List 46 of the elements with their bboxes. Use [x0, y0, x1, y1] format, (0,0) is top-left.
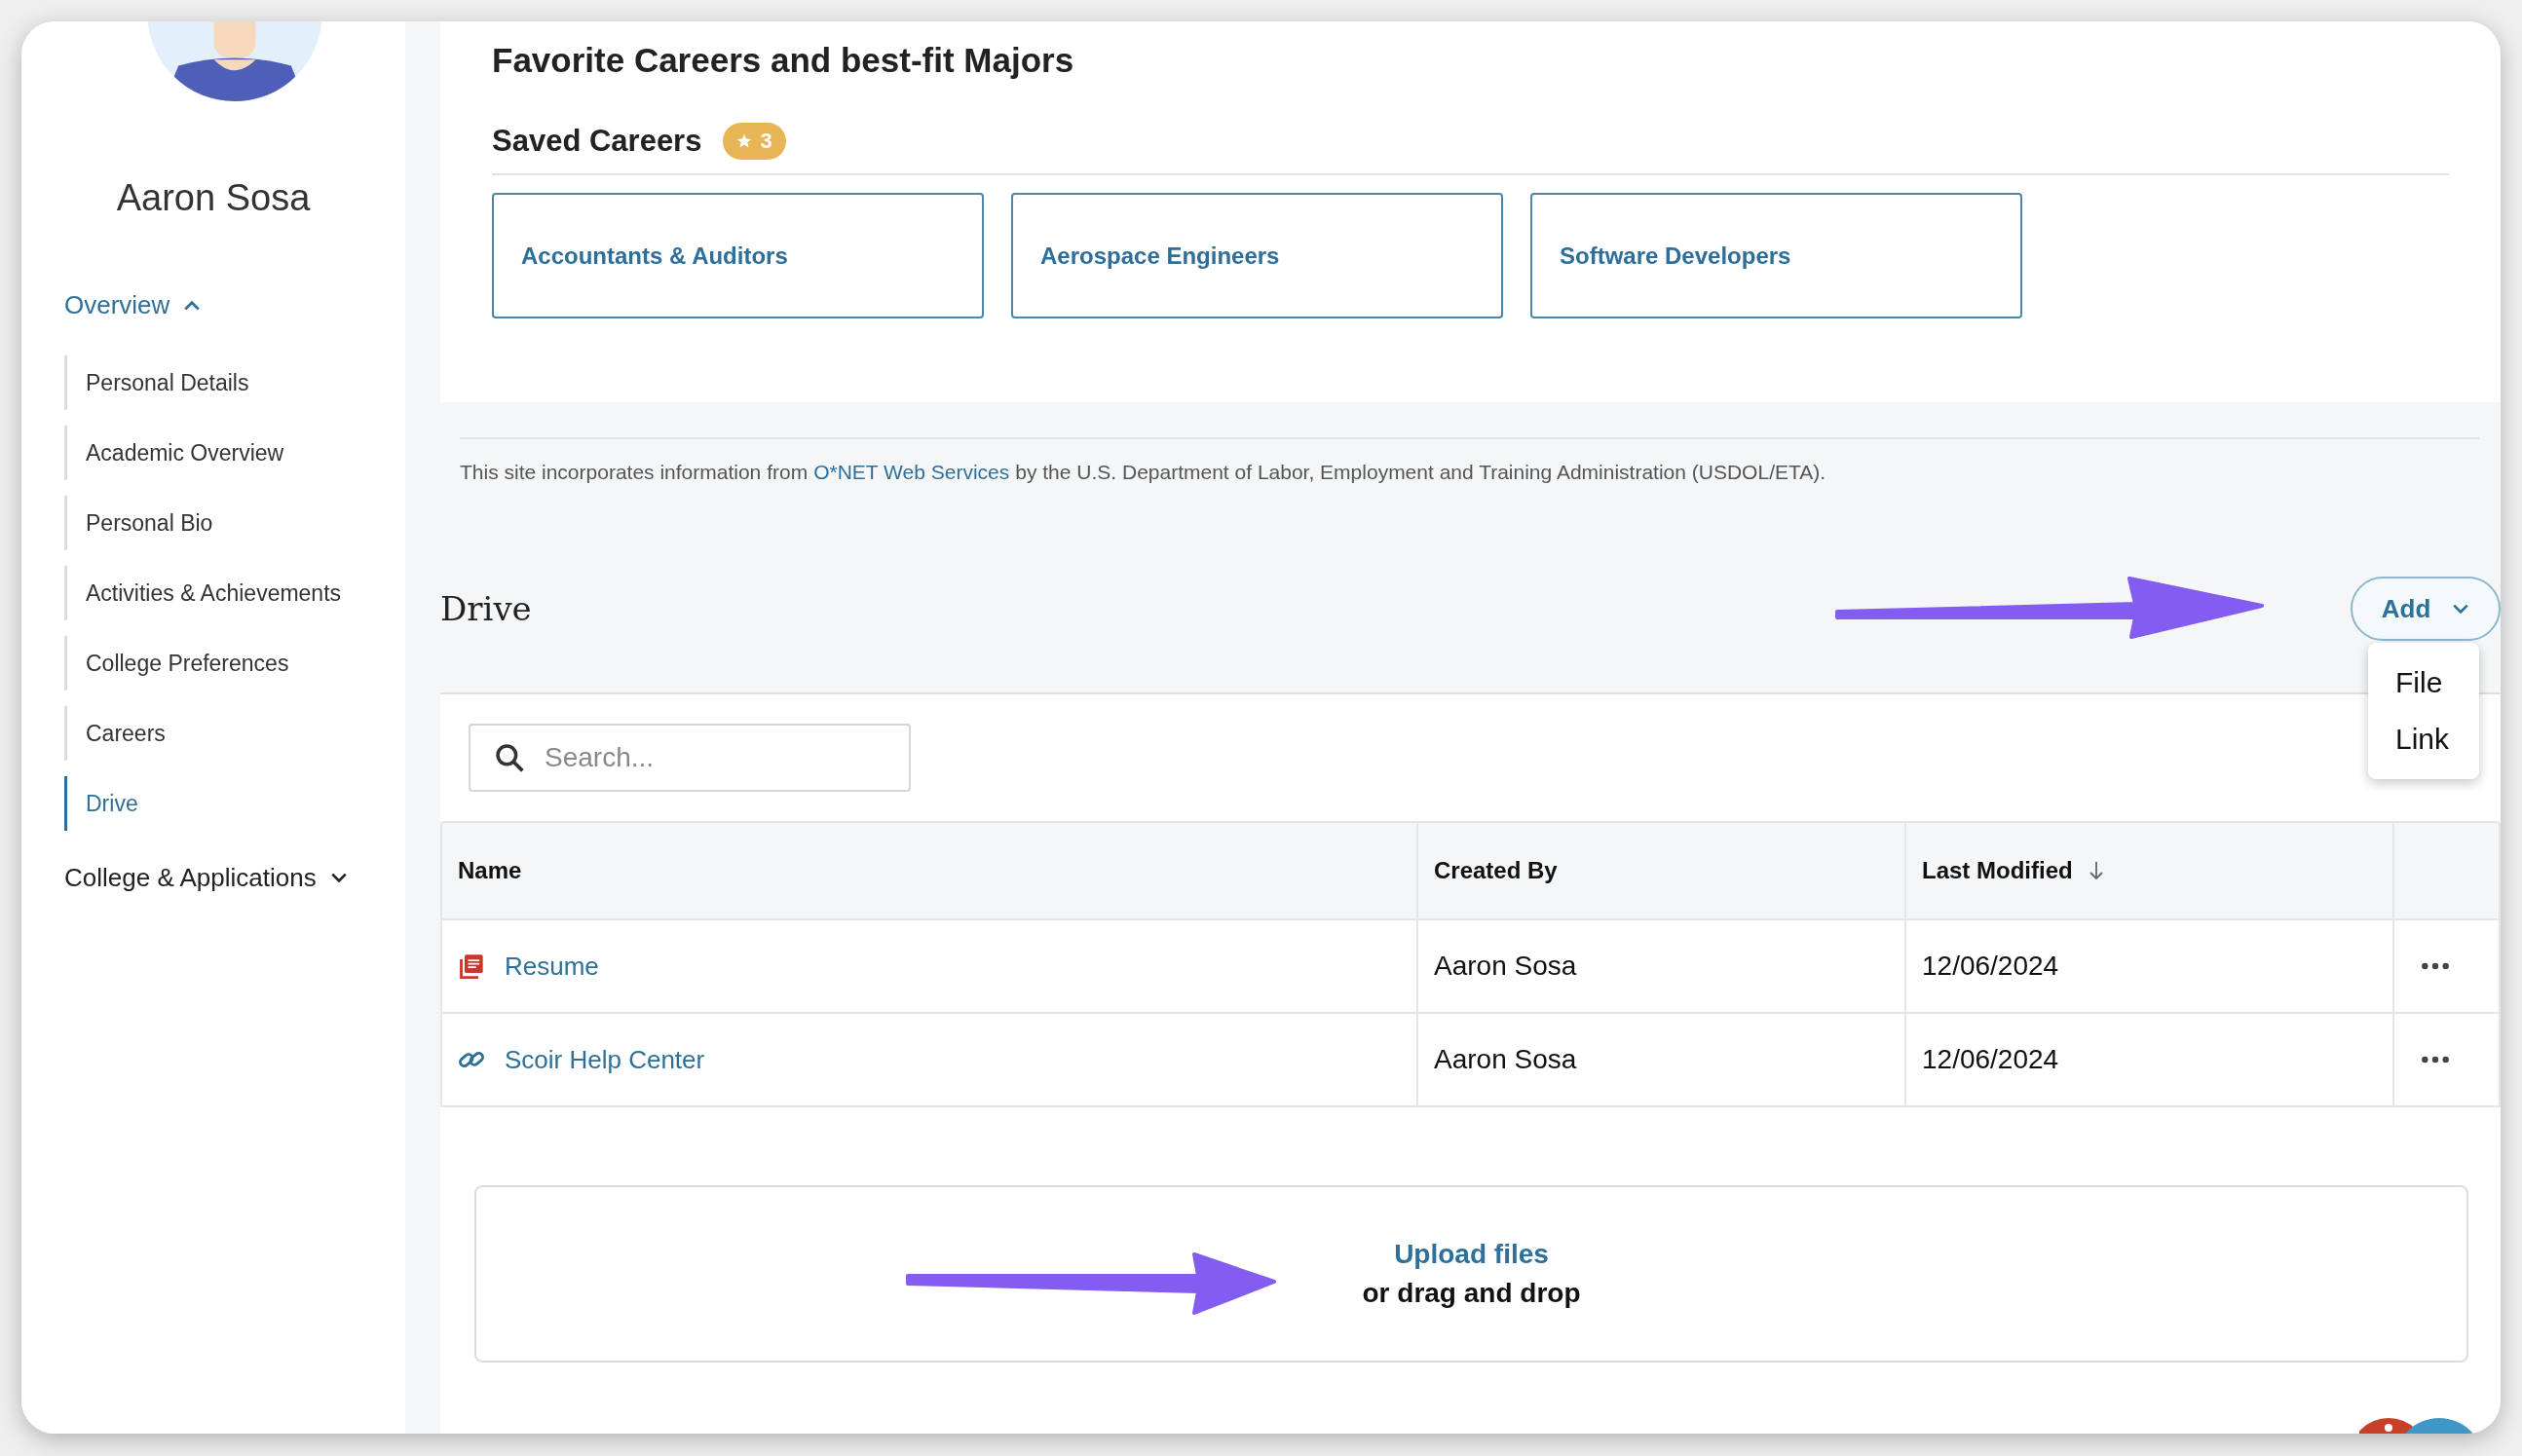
- column-header[interactable]: Name: [442, 823, 1418, 918]
- column-label: Last Modified: [1922, 857, 2073, 884]
- arrow-down-icon: [2088, 860, 2104, 881]
- chevron-down-icon: [329, 872, 348, 883]
- nav-item[interactable]: Activities & Achievements: [64, 566, 405, 620]
- user-name: Aaron Sosa: [115, 177, 312, 219]
- file-link[interactable]: Resume: [505, 951, 599, 982]
- upload-dropzone[interactable]: Upload files or drag and drop: [474, 1185, 2468, 1363]
- table-cell: 12/06/2024: [1906, 920, 2394, 1012]
- attribution-text: This site incorporates information from: [460, 461, 809, 484]
- count-text: 3: [760, 129, 772, 154]
- chevron-up-icon: [183, 299, 202, 311]
- nav-item[interactable]: Careers: [64, 706, 405, 761]
- column-header[interactable]: Last Modified: [1906, 823, 2394, 918]
- column-label: Created By: [1434, 857, 1558, 884]
- chevron-down-icon: [2452, 603, 2470, 615]
- nav-item[interactable]: College Preferences: [64, 636, 405, 691]
- star-icon: [736, 133, 753, 149]
- drive-title: Drive: [440, 589, 532, 628]
- nav-section[interactable]: College & Applications: [64, 858, 405, 897]
- career-card[interactable]: Software Developers: [1530, 193, 2022, 318]
- nav-item[interactable]: Drive: [64, 776, 405, 831]
- career-card[interactable]: Accountants & Auditors: [492, 193, 984, 318]
- saved-careers-title: Saved Careers: [492, 124, 702, 159]
- nav-item[interactable]: Personal Details: [64, 355, 405, 410]
- nav-item[interactable]: Personal Bio: [64, 496, 405, 550]
- menu-item[interactable]: Link: [2368, 711, 2479, 767]
- section-title: Favorite Careers and best-fit Majors: [492, 41, 1075, 80]
- drag-drop-text: or drag and drop: [1362, 1278, 1581, 1309]
- column-header[interactable]: Created By: [1418, 823, 1906, 918]
- upload-link[interactable]: Upload files: [1394, 1239, 1549, 1270]
- file-link[interactable]: Scoir Help Center: [505, 1044, 705, 1075]
- career-card[interactable]: Aerospace Engineers: [1011, 193, 1503, 318]
- onet-link[interactable]: O*NET Web Services: [813, 461, 1010, 484]
- search-icon: [494, 742, 525, 773]
- attribution-text: by the U.S. Department of Labor, Employment and Training Administration (USDOL/ETA).: [1015, 461, 1826, 484]
- table-cell: 12/06/2024: [1906, 1014, 2394, 1105]
- menu-item[interactable]: File: [2368, 654, 2479, 711]
- nav-section[interactable]: Overview: [64, 285, 405, 324]
- pdf-file-icon: [458, 952, 485, 980]
- table-cell: Aaron Sosa: [1418, 1014, 1906, 1105]
- search-field[interactable]: Search...: [469, 724, 911, 792]
- add-button[interactable]: Add: [2351, 577, 2501, 641]
- nav-item[interactable]: Academic Overview: [64, 426, 405, 480]
- column-label: Name: [458, 857, 522, 884]
- table-cell: Aaron Sosa: [1418, 920, 1906, 1012]
